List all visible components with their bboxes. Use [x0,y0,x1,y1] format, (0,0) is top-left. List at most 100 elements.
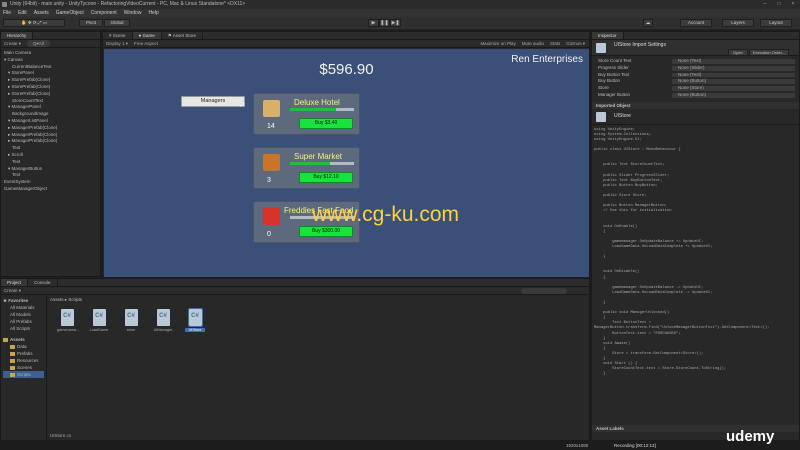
favorites-header[interactable]: ★ Favorites [3,297,44,304]
pivot-toggle[interactable]: Pivot [79,19,103,27]
hierarchy-item[interactable]: ▾ StorePanel [1,70,100,77]
tab-project[interactable]: Project [1,279,29,286]
main-toolbar: ✋ ✥ ⟳ ⤢ ▭ Pivot Global ▶ ❚❚ ▶❚ ☁ Account… [0,17,800,30]
field-value[interactable]: None (Slider) [672,65,795,71]
maximize-button[interactable]: □ [772,0,786,9]
buy-button[interactable]: Buy $3.40 [299,118,353,129]
menu-gameobject[interactable]: GameObject [56,9,84,17]
hierarchy-item[interactable]: ▸ ManagerPrefab(Clone) [1,138,100,145]
project-panel: Project Console Create ▾ ★ Favorites All… [0,278,590,441]
hierarchy-item[interactable]: Text [1,159,100,166]
account-dropdown[interactable]: Account [680,19,712,27]
pause-button[interactable]: ❚❚ [379,19,390,27]
managers-button[interactable]: Managers [181,96,245,107]
menu-window[interactable]: Window [124,9,142,17]
hierarchy-item[interactable]: ▸ Scroll [1,152,100,159]
hierarchy-item[interactable]: ▸ StorePrefab(Clone) [1,91,100,98]
minimize-button[interactable]: – [758,0,772,9]
maximize-on-play-toggle[interactable]: Maximize on Play [480,40,515,47]
global-toggle[interactable]: Global [104,19,130,27]
field-value[interactable]: None (Text) [672,58,795,64]
game-view[interactable]: $596.90 Ren Enterprises Managers ➚ Delux… [104,49,589,277]
csharp-file-icon: C# [92,309,106,326]
tab-game[interactable]: ● Game [132,32,162,39]
hierarchy-item[interactable]: ▸ StorePrefab(Clone) [1,77,100,84]
execution-order-button[interactable]: Execution Order... [749,49,790,56]
hierarchy-item[interactable]: StoreCountText [1,98,100,105]
script-file[interactable]: C# gamemana... [57,309,79,332]
hierarchy-item[interactable]: Text [1,172,100,179]
store-count: 0 [267,231,271,238]
tab-console[interactable]: Console [28,279,58,286]
hierarchy-item[interactable]: ▾ ManagerListPanel [1,118,100,125]
field-value[interactable]: None (Store) [672,85,795,91]
breadcrumb[interactable]: Assets ▸ Scripts [50,297,82,303]
field-value[interactable]: None (Text) [672,72,795,78]
store-progress-bar [290,108,354,111]
folder-item[interactable]: Scripts [3,371,44,378]
tab-scene[interactable]: # Scene [103,32,133,39]
hierarchy-item[interactable]: GameManagerObject [1,186,100,193]
close-button[interactable]: × [786,0,800,9]
hierarchy-item[interactable]: ▸ StorePrefab(Clone) [1,84,100,91]
tab-inspector[interactable]: Inspector [592,32,624,39]
cloud-icon[interactable]: ☁ [643,19,653,27]
project-search-input[interactable] [521,288,567,294]
menu-assets[interactable]: Assets [34,9,49,17]
gizmos-dropdown[interactable]: Gizmos ▾ [566,40,585,47]
folder-item[interactable]: Resources [3,357,44,364]
play-button[interactable]: ▶ [368,19,379,27]
inspector-field-row: Store None (Store) [592,85,799,92]
favorite-item[interactable]: All Materials [3,304,44,311]
assets-header[interactable]: Assets [3,336,44,343]
stats-toggle[interactable]: Stats [550,40,560,47]
step-button[interactable]: ▶❚ [390,19,401,27]
menu-help[interactable]: Help [148,9,158,17]
field-value[interactable]: None (Button) [672,92,795,98]
store-progress-bar [290,162,354,165]
hierarchy-item[interactable]: BackgroundImage [1,111,100,118]
favorite-item[interactable]: All Models [3,311,44,318]
fries-icon [263,208,280,225]
folder-icon [10,366,15,370]
menu-file[interactable]: File [3,9,11,17]
hierarchy-item[interactable]: ▸ ManagerPrefab(Clone) [1,132,100,139]
hierarchy-search-input[interactable]: Q▾All [27,40,50,47]
hierarchy-create-button[interactable]: Create ▾ [4,40,21,47]
folder-icon [10,352,15,356]
favorite-item[interactable]: All Prefabs [3,318,44,325]
inspector-field-row: Progress Slider None (Slider) [592,65,799,72]
folder-item[interactable]: Scenes [3,364,44,371]
menu-component[interactable]: Component [91,9,117,17]
tab-hierarchy[interactable]: Hierarchy [1,32,34,39]
script-file-selected[interactable]: C# UIStore [185,308,205,332]
menu-edit[interactable]: Edit [18,9,27,17]
transform-tools[interactable]: ✋ ✥ ⟳ ⤢ ▭ [3,19,65,27]
hierarchy-item[interactable]: Main Camera [1,50,100,57]
hierarchy-item[interactable]: ▾ ManagerButton [1,166,100,173]
hierarchy-item[interactable]: EventSystem [1,179,100,186]
buy-button[interactable]: Buy $12.10 [299,172,353,183]
script-file[interactable]: C# store [121,309,141,332]
hierarchy-item[interactable]: Text [1,145,100,152]
store-card: Deluxe Hotel 14 Buy $3.40 [253,93,360,135]
field-value[interactable]: None (Button) [672,79,795,85]
folder-item[interactable]: Prefabs [3,350,44,357]
hierarchy-item[interactable]: CurrentBalanceText [1,64,100,71]
buy-button[interactable]: Buy $300.00 [299,226,353,237]
display-dropdown[interactable]: Display 1 ▾ [106,40,128,47]
script-file[interactable]: C# LoadGame [89,309,109,332]
aspect-dropdown[interactable]: Free Aspect [134,40,158,47]
layout-dropdown[interactable]: Layout [760,19,792,27]
script-file[interactable]: C# UIManager [153,309,173,332]
tab-asset-store[interactable]: ⚑ Asset Store [162,32,204,39]
layers-dropdown[interactable]: Layers [722,19,754,27]
project-create-button[interactable]: Create ▾ [4,287,21,294]
favorite-item[interactable]: All Scripts [3,325,44,332]
hierarchy-item[interactable]: ▾ ManagerPanel [1,104,100,111]
mute-audio-toggle[interactable]: Mute audio [522,40,544,47]
folder-item[interactable]: Data [3,343,44,350]
hierarchy-item[interactable]: ▾ Canvas [1,57,100,64]
open-button[interactable]: Open [728,49,748,56]
hierarchy-item[interactable]: ▸ ManagerPrefab(Clone) [1,125,100,132]
